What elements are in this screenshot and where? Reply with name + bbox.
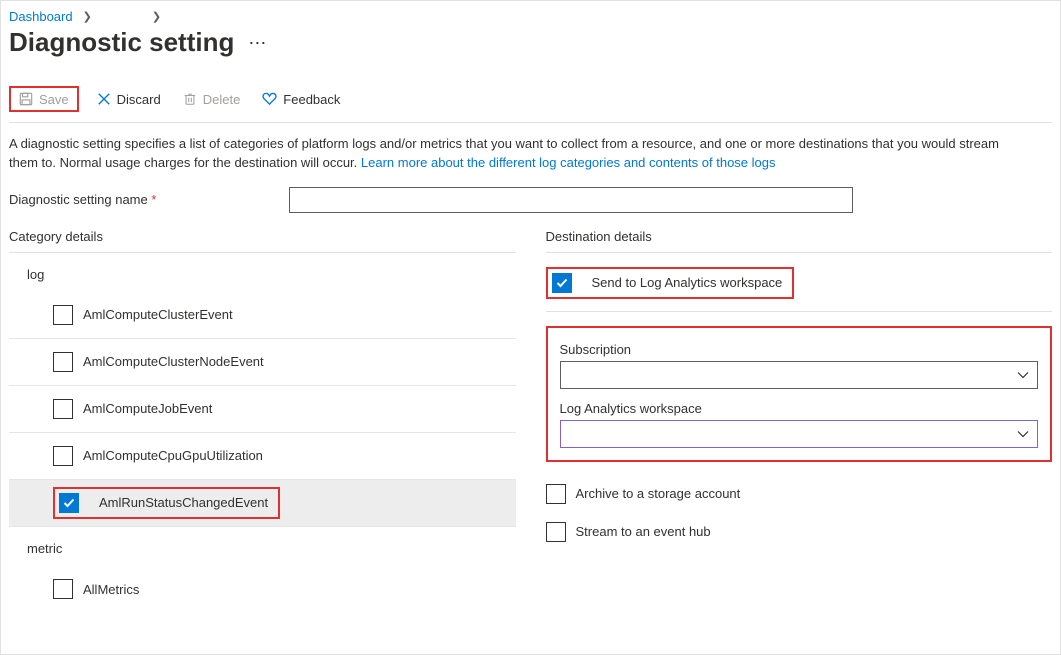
metric-category-list: AllMetrics <box>9 566 516 613</box>
dest-label: Archive to a storage account <box>576 486 741 501</box>
discard-label: Discard <box>117 93 161 106</box>
more-icon[interactable]: ⋯ <box>248 34 267 52</box>
workspace-select[interactable] <box>560 420 1039 448</box>
log-item-amlcomputeclusterevent[interactable]: AmlComputeClusterEvent <box>9 292 516 339</box>
discard-button[interactable]: Discard <box>93 90 165 108</box>
dest-archive-storage[interactable]: Archive to a storage account <box>546 484 1053 504</box>
description-text: A diagnostic setting specifies a list of… <box>9 135 1029 173</box>
chevron-down-icon <box>1017 426 1029 441</box>
log-label: AmlComputeClusterNodeEvent <box>83 354 264 369</box>
dest-label: Send to Log Analytics workspace <box>592 275 783 290</box>
dest-label: Stream to an event hub <box>576 524 711 539</box>
chevron-right-icon: ❯ <box>79 10 96 23</box>
log-category-list: AmlComputeClusterEvent AmlComputeCluster… <box>9 292 516 527</box>
save-button[interactable]: Save <box>15 90 73 108</box>
delete-label: Delete <box>203 93 241 106</box>
subscription-label: Subscription <box>560 342 1039 357</box>
log-label: AmlComputeClusterEvent <box>83 307 233 322</box>
heart-icon <box>262 92 277 106</box>
dest-stream-eventhub[interactable]: Stream to an event hub <box>546 522 1053 542</box>
log-label: AmlComputeJobEvent <box>83 401 212 416</box>
checkbox[interactable] <box>53 579 73 599</box>
feedback-label: Feedback <box>283 93 340 106</box>
chevron-down-icon <box>1017 367 1029 382</box>
category-details-heading: Category details <box>9 229 516 253</box>
log-item-amlrunstatuschangedevent[interactable]: AmlRunStatusChangedEvent <box>9 480 516 527</box>
log-label: AmlRunStatusChangedEvent <box>99 495 268 510</box>
chevron-right-icon: ❯ <box>148 10 165 23</box>
page-title: Diagnostic setting <box>9 27 234 58</box>
log-item-amlcomputeclusternodeevent[interactable]: AmlComputeClusterNodeEvent <box>9 339 516 386</box>
checkbox[interactable] <box>53 305 73 325</box>
checkbox[interactable] <box>552 273 572 293</box>
checkbox[interactable] <box>546 522 566 542</box>
checkbox[interactable] <box>53 446 73 466</box>
destination-details-heading: Destination details <box>546 229 1053 253</box>
log-label: AmlComputeCpuGpuUtilization <box>83 448 263 463</box>
breadcrumb: Dashboard ❯ ❯ <box>9 7 1052 25</box>
save-label: Save <box>39 93 69 106</box>
log-item-amlcomputecpugpuutilization[interactable]: AmlComputeCpuGpuUtilization <box>9 433 516 480</box>
log-analytics-config: Subscription Log Analytics workspace <box>546 326 1053 462</box>
dest-send-log-analytics[interactable]: Send to Log Analytics workspace <box>546 267 1053 312</box>
metric-label: AllMetrics <box>83 582 139 597</box>
trash-icon <box>183 92 197 106</box>
toolbar: Save Discard Delete Feedback <box>9 86 1052 123</box>
learn-more-link[interactable]: Learn more about the different log categ… <box>361 155 776 170</box>
feedback-button[interactable]: Feedback <box>258 90 344 108</box>
metric-item-allmetrics[interactable]: AllMetrics <box>9 566 516 613</box>
save-icon <box>19 92 33 106</box>
workspace-label: Log Analytics workspace <box>560 401 1039 416</box>
subscription-select[interactable] <box>560 361 1039 389</box>
metric-heading: metric <box>27 541 516 556</box>
checkbox[interactable] <box>59 493 79 513</box>
setting-name-input[interactable] <box>289 187 853 213</box>
log-item-amlcomputejobevent[interactable]: AmlComputeJobEvent <box>9 386 516 433</box>
setting-name-label: Diagnostic setting name * <box>9 192 289 207</box>
checkbox[interactable] <box>546 484 566 504</box>
log-heading: log <box>27 267 516 282</box>
checkbox[interactable] <box>53 352 73 372</box>
checkbox[interactable] <box>53 399 73 419</box>
close-icon <box>97 92 111 106</box>
delete-button[interactable]: Delete <box>179 90 245 108</box>
breadcrumb-item-dashboard[interactable]: Dashboard <box>9 9 73 24</box>
